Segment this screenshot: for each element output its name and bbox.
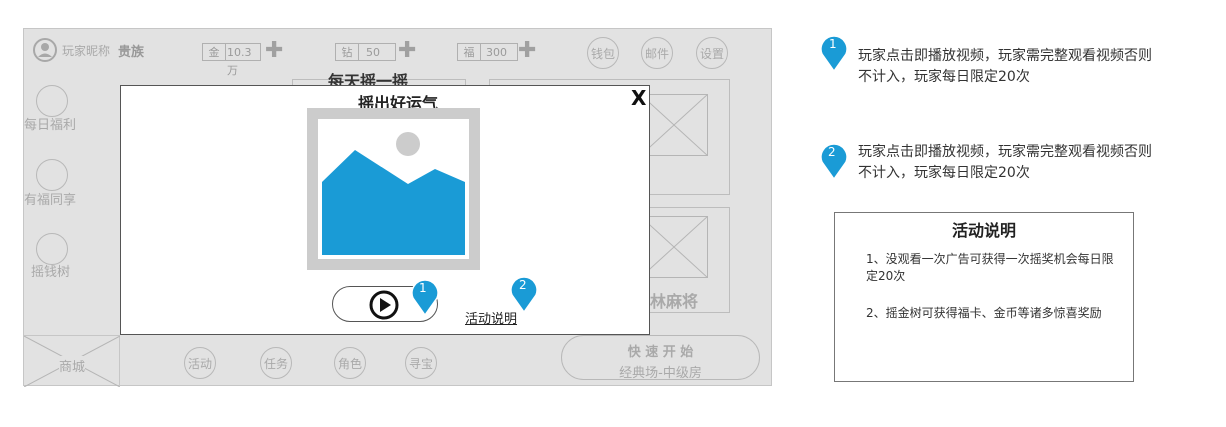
note-1-text: 玩家点击即播放视频，玩家需完整观看视频否则不计入，玩家每日限定20次: [858, 48, 1152, 85]
note-marker-2-label: 2: [828, 145, 836, 159]
wallet-button[interactable]: 钱包: [587, 37, 619, 69]
note-2-text: 玩家点击即播放视频，玩家需完整观看视频否则不计入，玩家每日限定20次: [858, 144, 1152, 181]
player-nickname: 玩家昵称: [62, 44, 111, 58]
fortune-tag: 福: [457, 43, 481, 61]
room-label: 经典场-中级房: [619, 366, 702, 381]
mail-button[interactable]: 邮件: [641, 37, 673, 69]
share-fortune-icon[interactable]: [36, 159, 68, 191]
description-title: 活动说明: [951, 221, 1016, 240]
note-marker-1-label: 1: [829, 37, 837, 51]
fortune-add-icon[interactable]: ✚: [518, 40, 536, 62]
marker-1-label: 1: [419, 281, 427, 295]
image-placeholder-icon: [640, 94, 708, 156]
player-rank: 贵族: [118, 45, 145, 60]
shop-button[interactable]: 商城: [24, 335, 120, 387]
activity-description-panel: 活动说明 1、没观看一次广告可获得一次摇奖机会每日限定20次 2、摇金树可获得福…: [834, 212, 1134, 382]
gold-tag: 金: [202, 43, 226, 61]
daily-welfare-icon[interactable]: [36, 85, 68, 117]
description-item-2: 2、摇金树可获得福卡、金币等诸多惊喜奖励: [866, 306, 1102, 320]
role-button[interactable]: 角色: [334, 347, 366, 379]
side-menu-daily-welfare[interactable]: 每日福利: [24, 114, 76, 133]
image-placeholder-icon: [640, 216, 708, 278]
image-icon: [307, 108, 480, 270]
task-button[interactable]: 任务: [260, 347, 292, 379]
activity-button[interactable]: 活动: [184, 347, 216, 379]
user-avatar-icon[interactable]: [33, 38, 57, 62]
fortune-value: 300: [480, 43, 518, 61]
gold-value: 10.3万: [225, 43, 261, 77]
diamond-add-icon[interactable]: ✚: [398, 40, 416, 62]
shake-modal: 摇出好运气 X 活动说明: [120, 85, 650, 335]
settings-button[interactable]: 设置: [696, 37, 728, 69]
close-button[interactable]: X: [631, 86, 646, 110]
gold-add-icon[interactable]: ✚: [265, 40, 283, 62]
description-item-1: 1、没观看一次广告可获得一次摇奖机会每日限定20次: [866, 252, 1114, 283]
side-menu-share-fortune[interactable]: 有福同享: [24, 189, 76, 208]
diamond-tag: 钻: [335, 43, 359, 61]
marker-2-label: 2: [519, 278, 527, 292]
treasure-button[interactable]: 寻宝: [405, 347, 437, 379]
play-icon: [369, 290, 399, 320]
shop-label: 商城: [59, 356, 86, 375]
side-menu-money-tree[interactable]: 摇钱树: [31, 261, 70, 280]
diamond-value: 50: [358, 43, 396, 61]
quick-start-button[interactable]: 快 速 开 始 经典场-中级房: [561, 335, 760, 381]
quick-start-label: 快 速 开 始: [627, 345, 694, 360]
